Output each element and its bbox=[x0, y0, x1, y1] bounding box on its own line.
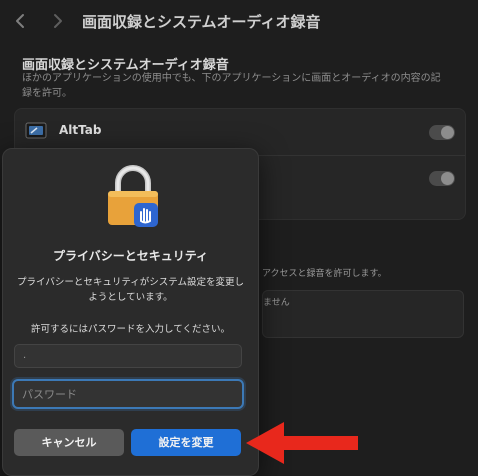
username-field[interactable]: . bbox=[14, 344, 242, 368]
app-toggle[interactable] bbox=[429, 171, 455, 186]
dialog-message: プライバシーとセキュリティがシステム設定を変更しようとしています。 bbox=[17, 277, 244, 303]
toggle-knob bbox=[441, 126, 454, 139]
lock-with-hand-icon bbox=[104, 163, 162, 229]
alttab-app-icon bbox=[25, 121, 47, 141]
change-settings-button[interactable]: 設定を変更 bbox=[131, 429, 241, 456]
toggle-knob bbox=[441, 172, 454, 185]
window-title: 画面収録とシステムオーディオ録音 bbox=[82, 13, 321, 31]
empty-list-label: ません bbox=[263, 298, 290, 308]
chevron-right-icon[interactable] bbox=[46, 10, 68, 32]
toolbar: 画面収録とシステムオーディオ録音 bbox=[0, 0, 478, 44]
second-section-description: アクセスと録音を許可します。 bbox=[262, 269, 387, 279]
auth-dialog: プライバシーとセキュリティ プライバシーとセキュリティがシステム設定を変更しよう… bbox=[2, 148, 259, 476]
password-field[interactable] bbox=[12, 379, 244, 409]
annotation-arrow-icon bbox=[244, 420, 362, 466]
dialog-title: プライバシーとセキュリティ bbox=[52, 249, 209, 263]
cancel-button[interactable]: キャンセル bbox=[14, 429, 124, 456]
dialog-prompt: 許可するにはパスワードを入力してください。 bbox=[31, 324, 230, 335]
second-app-list: ません bbox=[262, 290, 464, 338]
chevron-left-icon[interactable] bbox=[10, 10, 32, 32]
app-toggle[interactable] bbox=[429, 125, 455, 140]
section-description: ほかのアプリケーションの使用中でも、下のアプリケーションに画面とオーディオの内容… bbox=[22, 73, 441, 99]
app-name: AltTab bbox=[59, 123, 102, 137]
